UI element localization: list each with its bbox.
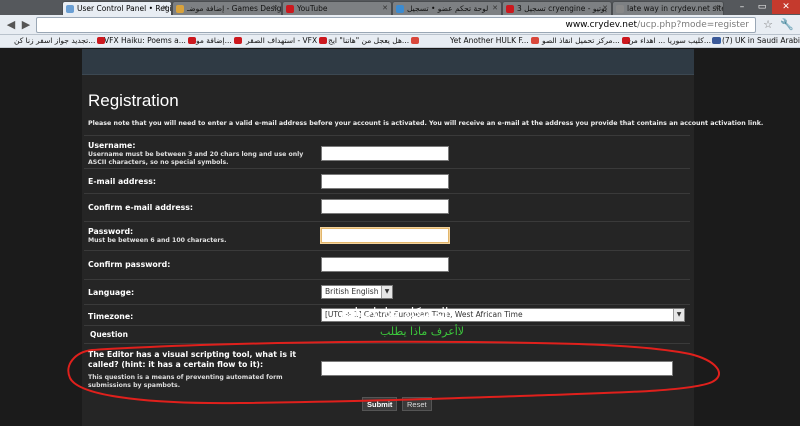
question-header: Question <box>90 330 128 339</box>
arabic-annotation-white: المشكلة هنا ياخواني <box>340 306 449 321</box>
tab-member-panel[interactable]: لوحة تحكم عضو • تسجيل ✕ <box>392 1 502 15</box>
arabic-annotation-green: لاأعرف ماذا يطلب <box>380 325 465 338</box>
email-label: E-mail address: <box>88 177 156 186</box>
back-icon[interactable]: ◀ <box>4 18 18 32</box>
page-content: Registration Please note that you will n… <box>0 49 800 426</box>
username-hint: Username must be between 3 and 20 chars … <box>88 151 304 166</box>
bookmark-item[interactable]: إضافة مو... <box>196 36 242 45</box>
minimize-icon[interactable]: – <box>732 0 752 14</box>
language-row: Language: British English ▼ <box>84 279 690 304</box>
timezone-label: Timezone: <box>88 312 134 321</box>
username-label: Username: <box>88 141 136 150</box>
page-title: Registration <box>88 91 179 110</box>
question-hint: This question is a means of preventing a… <box>88 374 283 389</box>
url-path: /ucp.php?mode=register <box>637 20 749 30</box>
youtube-icon <box>233 37 242 44</box>
tab-strip: User Control Panel • Regis ✕ إضافة موضـ … <box>0 0 800 15</box>
wrench-menu-icon[interactable]: 🔧 <box>780 18 794 31</box>
close-tab-icon[interactable]: ✕ <box>492 4 498 12</box>
maximize-icon[interactable]: ▭ <box>752 0 772 14</box>
address-bar[interactable]: www.crydev.net/ucp.php?mode=register <box>36 17 756 33</box>
window-controls: – ▭ ✕ <box>732 0 800 14</box>
confirm-password-row: Confirm password: <box>84 250 690 279</box>
tab-crydev-site[interactable]: late way in crydev.net site ✕ <box>612 1 724 15</box>
bookmark-item[interactable]: استهداف الصقر - VFX <box>246 36 328 45</box>
site-icon <box>411 37 420 44</box>
password-hint: Must be between 6 and 100 characters. <box>88 237 227 244</box>
forum-favicon-icon <box>396 5 404 13</box>
close-window-icon[interactable]: ✕ <box>772 0 800 14</box>
language-label: Language: <box>88 288 135 297</box>
bookmark-item[interactable]: VFX Haiku: Poems a... <box>104 36 196 45</box>
close-tab-icon[interactable]: ✕ <box>382 4 388 12</box>
close-tab-icon[interactable]: ✕ <box>602 4 608 12</box>
password-row: Password: Must be between 6 and 100 char… <box>84 221 690 250</box>
confirm-password-label: Confirm password: <box>88 260 171 269</box>
site-icon <box>530 37 539 44</box>
site-icon <box>712 37 720 44</box>
question-answer-input[interactable] <box>321 361 673 376</box>
close-tab-icon[interactable]: ✕ <box>162 4 168 12</box>
password-label: Password: <box>88 227 134 236</box>
username-row: Username: Username must be between 3 and… <box>84 135 690 168</box>
password-input[interactable] <box>321 228 449 243</box>
bookmark-item[interactable]: هل يعجل من "هاتنا" ايج... <box>328 36 420 45</box>
url-host: www.crydev.net <box>565 20 638 30</box>
tab-youtube[interactable]: YouTube ✕ <box>282 1 392 15</box>
youtube-favicon-icon <box>286 5 294 13</box>
close-tab-icon[interactable]: ✕ <box>714 4 720 12</box>
dropdown-arrow-icon: ▼ <box>381 286 392 298</box>
confirm-email-label: Confirm e-mail address: <box>88 203 194 212</box>
email-input[interactable] <box>321 174 449 189</box>
confirm-password-input[interactable] <box>321 257 449 272</box>
forward-icon[interactable]: ▶ <box>19 18 33 32</box>
tab-games-design[interactable]: إضافة موضـ - Games Design ✕ <box>172 1 282 15</box>
registration-panel: Registration Please note that you will n… <box>82 75 764 426</box>
question-text: The Editor has a visual scripting tool, … <box>88 350 297 369</box>
youtube-icon <box>187 37 196 44</box>
language-select[interactable]: British English ▼ <box>321 285 393 299</box>
bookmark-star-icon[interactable]: ☆ <box>763 18 773 31</box>
youtube-favicon-icon <box>506 5 514 13</box>
youtube-icon <box>97 37 106 44</box>
tab-user-control-panel[interactable]: User Control Panel • Regis ✕ <box>62 1 172 15</box>
close-tab-icon[interactable]: ✕ <box>272 4 278 12</box>
question-row: The Editor has a visual scripting tool, … <box>84 343 690 395</box>
bookmarks-bar: VFX Haiku: Poems a... إضافة مو... استهدا… <box>0 35 800 48</box>
crydev-favicon-icon <box>66 5 74 13</box>
confirm-email-row: Confirm e-mail address: <box>84 193 690 221</box>
confirm-email-input[interactable] <box>321 199 449 214</box>
browser-toolbar: ◀ ▶ www.crydev.net/ucp.php?mode=register… <box>0 15 800 35</box>
tab-cryengine-youtube[interactable]: تسجيل 3 cryengine - يوتيو ✕ <box>502 1 612 15</box>
username-input[interactable] <box>321 146 449 161</box>
bookmark-item[interactable]: كليب سوريا ... اهداء من... <box>628 36 721 45</box>
submit-button[interactable]: Submit <box>362 397 398 411</box>
bookmark-item[interactable]: تجديد جواز اسفر زنا كن... <box>14 36 106 45</box>
registration-notice: Please note that you will need to enter … <box>88 120 764 127</box>
youtube-icon <box>319 37 328 44</box>
bookmark-item[interactable]: (7) UK in Saudi Arabia <box>712 36 800 45</box>
bookmark-item[interactable]: مركز تحميل انقاذ الصو... <box>542 36 630 45</box>
bookmark-item[interactable]: Yet Another HULK F... <box>450 36 539 45</box>
reset-button[interactable]: Reset <box>402 397 432 411</box>
site-header-strip <box>82 49 694 75</box>
dropdown-arrow-icon: ▼ <box>673 309 684 321</box>
email-row: E-mail address: <box>84 168 690 193</box>
page-favicon-icon <box>616 5 624 13</box>
games-design-favicon-icon <box>176 5 184 13</box>
